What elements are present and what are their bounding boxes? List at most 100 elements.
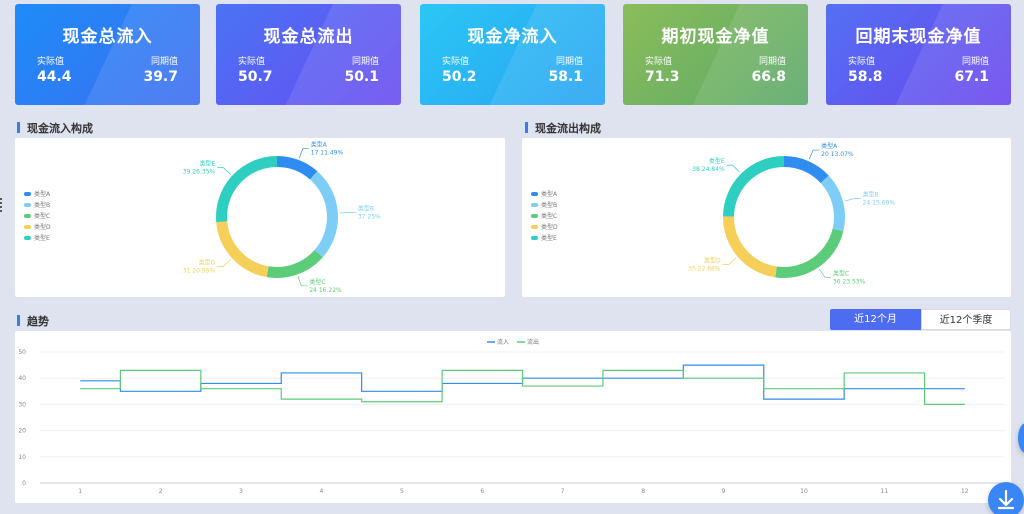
slice-name-label: 类型E (709, 157, 725, 165)
legend-label[interactable]: 类型A (34, 190, 51, 198)
legend-swatch[interactable] (24, 203, 31, 207)
x-tick-label: 2 (159, 488, 163, 495)
legend-swatch[interactable] (24, 236, 31, 240)
x-tick-label: 12 (961, 488, 969, 495)
toggle-12-months[interactable]: 近12个月 (830, 309, 921, 330)
donut-slice[interactable] (783, 156, 829, 184)
slice-value-label: 20 13.07% (821, 151, 854, 158)
donut-slice[interactable] (216, 156, 278, 223)
label-leader-line (339, 212, 356, 214)
y-tick-label: 20 (18, 428, 26, 435)
kpi-prior-label: 同期值 (758, 57, 786, 67)
label-leader-line (819, 268, 831, 278)
kpi-prior-label: 同期值 (961, 57, 989, 67)
x-tick-label: 3 (239, 488, 243, 495)
label-leader-line (726, 164, 740, 173)
kpi-prior-value: 58.1 (548, 69, 583, 85)
side-float-button[interactable] (1018, 423, 1024, 453)
label-leader-line (844, 198, 861, 202)
x-tick-label: 11 (881, 488, 889, 495)
x-tick-label: 5 (400, 488, 404, 495)
x-tick-label: 1 (78, 488, 82, 495)
slice-value-label: 38 24.84% (692, 166, 725, 173)
kpi-card: 现金总流出 实际值 同期值 50.7 50.1 (216, 4, 401, 105)
kpi-title: 现金总流入 (62, 27, 153, 47)
legend-swatch[interactable] (531, 203, 538, 207)
label-leader-line (217, 167, 231, 175)
donut-slice[interactable] (723, 216, 778, 278)
kpi-card: 回期末现金净值 实际值 同期值 58.8 67.1 (826, 4, 1011, 105)
legend-label[interactable]: 类型B (541, 201, 557, 209)
y-tick-label: 30 (18, 401, 26, 408)
trend-title: 趋势 (17, 313, 49, 329)
legend-label[interactable]: 流入 (497, 338, 509, 346)
legend-swatch[interactable] (24, 214, 31, 218)
legend-label[interactable]: 类型D (541, 223, 558, 231)
donut-slice[interactable] (266, 249, 323, 278)
x-tick-label: 6 (480, 488, 484, 495)
legend-swatch[interactable] (24, 192, 31, 196)
kpi-prior-label: 同期值 (150, 57, 178, 67)
x-tick-label: 9 (722, 488, 726, 495)
legend-swatch[interactable] (531, 214, 538, 218)
slice-value-label: 24 15.69% (863, 199, 896, 206)
kpi-card: 现金净流入 实际值 同期值 50.2 58.1 (420, 4, 605, 105)
legend-label[interactable]: 类型A (541, 190, 558, 198)
y-tick-label: 0 (22, 480, 26, 487)
legend-label[interactable]: 类型D (34, 223, 51, 231)
kpi-actual-label: 实际值 (848, 57, 876, 67)
drag-handle-icon[interactable] (0, 198, 3, 212)
y-tick-label: 40 (18, 375, 26, 382)
slice-value-label: 35 22.88% (688, 265, 721, 272)
legend-label[interactable]: 类型B (34, 201, 50, 209)
legend-label[interactable]: 类型E (541, 234, 557, 242)
toggle-12-quarters[interactable]: 近12个季度 (921, 309, 1011, 330)
inflow-panel: 类型A 类型B 类型C 类型D 类型E 类型A 17 11.49% 类型B 37 25% 类型C 2… (15, 138, 505, 297)
kpi-actual-value: 58.8 (848, 69, 883, 85)
donut-slice[interactable] (309, 171, 338, 258)
legend-swatch[interactable] (24, 225, 31, 229)
slice-value-label: 36 23.53% (833, 278, 866, 285)
download-button[interactable] (988, 482, 1024, 514)
kpi-actual-value: 50.7 (238, 69, 273, 85)
kpi-prior-value: 67.1 (954, 69, 989, 85)
legend-label[interactable]: 类型C (541, 212, 557, 220)
y-tick-label: 50 (18, 349, 26, 356)
legend-label[interactable]: 流出 (527, 338, 539, 346)
kpi-actual-value: 71.3 (645, 69, 680, 85)
inflow-title: 现金流入构成 (17, 120, 93, 136)
slice-value-label: 31 20.95% (183, 267, 216, 274)
donut-slice[interactable] (820, 175, 845, 232)
donut-slice[interactable] (216, 221, 269, 278)
y-tick-label: 10 (18, 454, 26, 461)
kpi-actual-label: 实际值 (238, 57, 266, 67)
kpi-card: 期初现金净值 实际值 同期值 71.3 66.8 (623, 4, 808, 105)
outflow-panel: 类型A 类型B 类型C 类型D 类型E 类型A 20 13.07% 类型B 24 15.69% 类… (522, 138, 1011, 297)
outflow-donut-chart: 类型A类型B类型C类型D类型E类型A20 13.07%类型B24 15.69%类… (531, 142, 896, 285)
label-leader-line (217, 259, 231, 267)
legend-label[interactable]: 类型E (34, 234, 50, 242)
slice-name-label: 类型B (863, 190, 879, 198)
donut-slice[interactable] (276, 156, 318, 180)
kpi-title: 期初现金净值 (661, 27, 770, 47)
legend-swatch[interactable] (531, 192, 538, 196)
outflow-title: 现金流出构成 (525, 120, 601, 136)
trend-line-chart: 010203040501 2 3 4 5 6 7 8 9 10 11 12流入 流出 (18, 338, 1005, 495)
legend-swatch[interactable] (531, 236, 538, 240)
slice-name-label: 类型D (704, 256, 721, 264)
kpi-title: 现金总流出 (263, 27, 354, 47)
donut-slice[interactable] (775, 228, 844, 278)
slice-name-label: 类型D (199, 258, 216, 266)
label-leader-line (298, 148, 309, 159)
slice-name-label: 类型C (309, 278, 325, 286)
legend-swatch[interactable] (531, 225, 538, 229)
legend-label[interactable]: 类型C (34, 212, 50, 220)
kpi-title: 回期末现金净值 (855, 27, 982, 47)
label-leader-line (808, 149, 820, 160)
kpi-prior-value: 39.7 (143, 69, 178, 85)
slice-value-label: 39 26.35% (183, 169, 216, 176)
kpi-prior-value: 50.1 (344, 69, 379, 85)
slice-name-label: 类型A (311, 141, 328, 149)
slice-value-label: 37 25% (358, 213, 381, 220)
x-tick-label: 10 (800, 488, 808, 495)
